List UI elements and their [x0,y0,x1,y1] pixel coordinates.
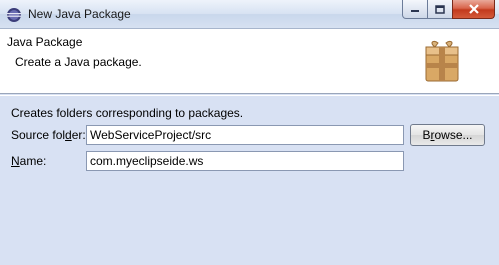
window-controls [402,0,495,19]
name-label: Name: [11,154,47,168]
wizard-description: Create a Java package. [15,55,142,69]
package-icon [425,40,459,82]
maximize-button[interactable] [427,0,453,19]
minimize-button[interactable] [402,0,428,19]
close-icon [468,4,479,14]
minimize-icon [411,10,419,12]
eclipse-icon [7,8,21,22]
close-button[interactable] [452,0,495,19]
package-name-input[interactable] [86,151,404,171]
source-folder-input[interactable] [86,125,404,145]
source-folder-label: Source folder: [11,128,86,142]
wizard-header: Java Package Create a Java package. [0,29,499,94]
wizard-body: Creates folders corresponding to package… [0,95,499,265]
browse-button[interactable]: Browse... [410,124,485,146]
info-text: Creates folders corresponding to package… [11,106,244,120]
wizard-title: Java Package [7,35,83,49]
title-bar[interactable]: New Java Package [0,0,499,29]
window-title: New Java Package [28,7,131,21]
maximize-icon [435,4,445,14]
